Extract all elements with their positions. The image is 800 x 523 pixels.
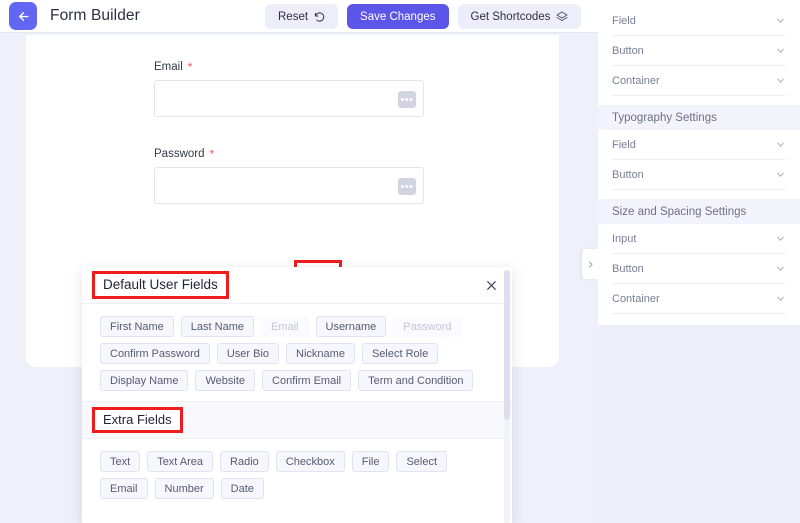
extra-field-chip[interactable]: Date	[220, 478, 264, 499]
required-asterisk: *	[187, 60, 193, 74]
save-changes-label: Save Changes	[360, 10, 436, 23]
settings-row-label: Button	[612, 262, 644, 275]
email-input[interactable]: •••	[154, 80, 424, 117]
form-field-password: Password * •••	[154, 148, 424, 204]
form-field-email: Email * •••	[154, 61, 424, 117]
default-field-chip[interactable]: Username	[315, 316, 387, 337]
chevron-right-icon	[586, 260, 595, 269]
default-field-chip[interactable]: Select Role	[361, 343, 439, 364]
chevron-down-icon	[775, 75, 786, 86]
section-header-size-spacing: Size and Spacing Settings	[598, 199, 800, 224]
default-field-chip[interactable]: Confirm Email	[262, 370, 352, 391]
extra-fields-chip-list: Text Text Area Radio Checkbox File Select Emai…	[82, 439, 482, 509]
modal-scrollbar[interactable]	[504, 270, 510, 523]
settings-row-label: Container	[612, 292, 660, 305]
field-label-text: Email	[154, 61, 183, 73]
settings-row-button-3[interactable]: Button	[612, 254, 786, 284]
settings-row-container-1[interactable]: Container	[612, 66, 786, 96]
default-field-chip[interactable]: Term and Condition	[358, 370, 474, 391]
default-field-chip[interactable]: Website	[195, 370, 256, 391]
default-field-chip[interactable]: User Bio	[216, 343, 280, 364]
default-field-chip: Password	[393, 316, 462, 337]
arrow-left-icon	[16, 9, 31, 24]
settings-row-label: Field	[612, 14, 636, 27]
settings-panel: Field Button Container Typography Settin…	[598, 0, 800, 325]
settings-row-label: Button	[612, 168, 644, 181]
field-label-email: Email *	[154, 61, 424, 73]
modal-header: Default User Fields	[82, 267, 512, 304]
chevron-down-icon	[775, 15, 786, 26]
modal-title: Default User Fields	[103, 277, 218, 292]
settings-row-button-2[interactable]: Button	[612, 160, 786, 190]
chevron-down-icon	[775, 45, 786, 56]
required-asterisk: *	[209, 147, 215, 161]
chevron-down-icon	[775, 139, 786, 150]
extra-fields-header: Extra Fields	[82, 401, 512, 439]
extra-fields-highlight: Extra Fields	[92, 407, 183, 433]
default-field-chip[interactable]: First Name	[100, 316, 174, 337]
settings-row-input[interactable]: Input	[612, 224, 786, 254]
section-header-typography: Typography Settings	[598, 105, 800, 130]
extra-fields-title: Extra Fields	[103, 412, 172, 427]
chevron-down-icon	[775, 169, 786, 180]
chevron-down-icon	[775, 263, 786, 274]
settings-row-button-1[interactable]: Button	[612, 36, 786, 66]
extra-field-chip[interactable]: Email	[100, 478, 148, 499]
default-field-chip: Email	[260, 316, 309, 337]
undo-icon	[314, 11, 325, 22]
field-label-password: Password *	[154, 148, 424, 160]
extra-field-chip[interactable]: Select	[396, 451, 448, 472]
ellipsis-icon[interactable]: •••	[398, 91, 416, 108]
back-button[interactable]	[9, 2, 37, 30]
toolbar-actions: Reset Save Changes Get Shortcodes	[265, 4, 582, 29]
chevron-down-icon	[775, 233, 786, 244]
default-field-chip[interactable]: Last Name	[180, 316, 254, 337]
settings-row-field-1[interactable]: Field	[612, 6, 786, 36]
default-fields-chip-list: First Name Last Name Email Username Password…	[82, 304, 482, 401]
field-picker-modal: Default User Fields First Name Last Name E…	[82, 267, 512, 523]
modal-scrollbar-thumb[interactable]	[504, 270, 510, 420]
page-title: Form Builder	[50, 7, 140, 24]
password-input[interactable]: •••	[154, 167, 424, 204]
get-shortcodes-button[interactable]: Get Shortcodes	[457, 4, 582, 29]
form-builder-app: Form Builder Reset Save Changes Get Shor…	[0, 0, 800, 523]
chevron-down-icon	[775, 293, 786, 304]
default-field-chip[interactable]: Confirm Password	[100, 343, 210, 364]
default-field-chip[interactable]: Nickname	[286, 343, 355, 364]
settings-row-container-2[interactable]: Container	[612, 284, 786, 314]
settings-panel-toggle[interactable]	[582, 249, 599, 279]
extra-field-chip[interactable]: Radio	[220, 451, 269, 472]
field-label-text: Password	[154, 148, 205, 160]
extra-field-chip[interactable]: Text Area	[147, 451, 214, 472]
ellipsis-icon[interactable]: •••	[398, 178, 416, 195]
settings-row-label: Input	[612, 232, 637, 245]
extra-field-chip[interactable]: Text	[100, 451, 141, 472]
reset-label: Reset	[278, 10, 309, 23]
layers-icon	[556, 11, 568, 23]
settings-row-label: Container	[612, 74, 660, 87]
reset-button[interactable]: Reset	[265, 4, 339, 29]
save-changes-button[interactable]: Save Changes	[347, 4, 449, 29]
default-field-chip[interactable]: Display Name	[100, 370, 189, 391]
extra-field-chip[interactable]: File	[351, 451, 390, 472]
extra-field-chip[interactable]: Checkbox	[275, 451, 345, 472]
get-shortcodes-label: Get Shortcodes	[470, 10, 551, 23]
settings-row-label: Button	[612, 44, 644, 57]
settings-row-label: Field	[612, 138, 636, 151]
settings-row-field-2[interactable]: Field	[612, 130, 786, 160]
extra-field-chip[interactable]: Number	[154, 478, 214, 499]
close-icon[interactable]	[484, 278, 498, 292]
modal-title-highlight: Default User Fields	[92, 271, 229, 299]
